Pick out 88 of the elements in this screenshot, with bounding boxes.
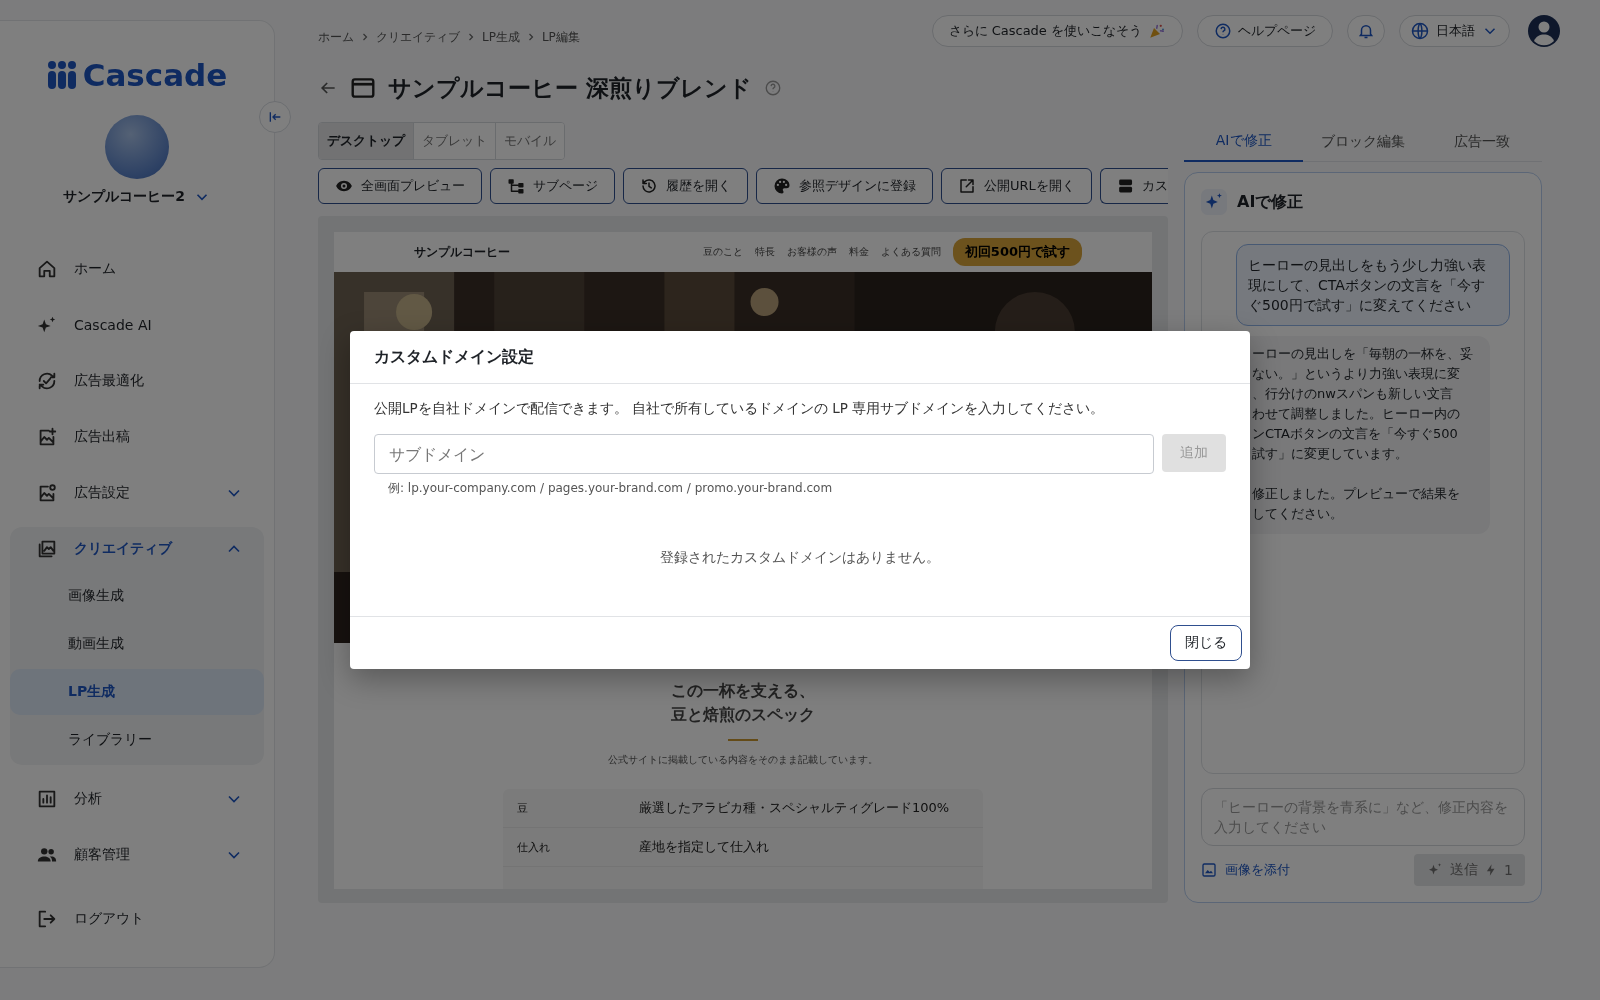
notifications-button[interactable] xyxy=(1347,15,1385,47)
nav-item[interactable]: 広告設定 xyxy=(10,471,264,515)
close-button[interactable]: 閉じる xyxy=(1170,625,1242,661)
nav-item[interactable]: 広告最適化 xyxy=(10,359,264,403)
device-tab[interactable]: デスクトップ xyxy=(319,123,413,159)
message-text-line: 、行分けのnwスパンも新しい文言 xyxy=(1252,385,1453,403)
site-nav-link[interactable]: お客様の声 xyxy=(786,245,837,259)
message-text-line: ンCTAボタンの文言を「今すぐ500 xyxy=(1252,425,1458,443)
branch-icon xyxy=(507,177,525,195)
page-title: サンプルコーヒー 深煎りブレンド xyxy=(388,73,752,103)
message-text-line: ない。」というより力強い表現に変 xyxy=(1252,365,1460,383)
site-nav-link[interactable]: 豆のこと xyxy=(702,245,743,259)
subdomain-field[interactable]: サブドメイン xyxy=(374,434,1154,474)
breadcrumb-link[interactable]: ホーム xyxy=(318,28,354,46)
nav-item[interactable]: ログアウト xyxy=(10,897,264,941)
spec-value: 厳選したアラビカ種・スペシャルティグレード100% xyxy=(638,799,950,817)
help-icon[interactable] xyxy=(764,79,782,97)
nav-subitem[interactable]: ライブラリー xyxy=(10,717,264,763)
toolbar-button[interactable]: 公開URLを開く xyxy=(941,168,1092,204)
section-note: 公式サイトに掲載している内容をそのまま記載しています。 xyxy=(608,753,878,767)
nav-item[interactable]: Cascade AI xyxy=(10,303,264,347)
message-text-line: 試す」に変更しています。 xyxy=(1252,445,1408,463)
collapse-sidebar-button[interactable] xyxy=(259,101,291,133)
logout-icon xyxy=(36,908,58,930)
promo-button[interactable]: さらに Cascade を使いこなそう xyxy=(931,15,1183,47)
nav-item[interactable]: ホーム xyxy=(10,247,264,291)
nav-subitem[interactable]: 動画生成 xyxy=(10,621,264,667)
spec-value: 産地を指定して仕入れ xyxy=(638,838,769,856)
nav-item[interactable]: クリエイティブ xyxy=(10,527,264,571)
panel-tab[interactable]: AIで修正 xyxy=(1184,122,1304,162)
help-icon xyxy=(1214,22,1232,40)
user-message: ヒーローの見出しをもう少し力強い表現にして、CTAボタンの文言を「今すぐ500円で試す」に変えてください xyxy=(1236,244,1510,326)
device-tab[interactable]: モバイル xyxy=(495,123,564,159)
toolbar-button[interactable]: カス xyxy=(1099,168,1168,204)
external-link-icon xyxy=(958,177,976,195)
toolbar-button[interactable]: 参照デザインに登録 xyxy=(756,168,933,204)
dialog-title: カスタムドメイン設定 xyxy=(374,346,534,368)
collapse-icon xyxy=(267,109,283,125)
panel-title: AIで修正 xyxy=(1237,191,1304,213)
message-text-line: わせて調整しました。ヒーロー内の xyxy=(1252,405,1460,423)
home-icon xyxy=(36,258,58,280)
message-text-line: してください。 xyxy=(1252,505,1343,523)
field-hint: 例: lp.your-company.com / pages.your-brand.com / promo.your-brand.com xyxy=(388,480,834,497)
logo-icon xyxy=(46,60,77,90)
refresh-check-icon xyxy=(36,370,58,392)
site-brand: サンプルコーヒー xyxy=(414,243,510,261)
nav-subitem[interactable]: 画像生成 xyxy=(10,573,264,619)
language-selector[interactable]: 日本語 xyxy=(1399,15,1510,47)
party-popper-icon xyxy=(1148,22,1166,40)
breadcrumb-link[interactable]: LP生成 xyxy=(482,28,520,46)
spec-label: 仕入れ xyxy=(516,839,551,855)
bar-chart-icon xyxy=(36,788,58,810)
logo-text: Cascade xyxy=(82,57,228,93)
panel-tab[interactable]: 広告一致 xyxy=(1422,122,1542,162)
dialog-description: 公開LPを自社ドメインで配信できます。 自社で所有しているドメインの LP 専用サブドメインを入力してください。 xyxy=(374,400,1106,418)
accent-line xyxy=(728,739,758,741)
site-cta-button[interactable]: 初回500円で試す xyxy=(952,238,1082,266)
nav-subitem[interactable]: LP生成 xyxy=(10,669,264,715)
history-icon xyxy=(640,177,658,195)
empty-message: 登録されたカスタムドメインはありません。 xyxy=(659,549,941,567)
bell-icon xyxy=(1357,22,1375,40)
palette-icon xyxy=(773,177,791,195)
sparkle-icon xyxy=(1201,189,1227,215)
toolbar-button[interactable]: 履歴を開く xyxy=(623,168,748,204)
gallery-icon xyxy=(36,538,58,560)
section-heading: 豆と焙煎のスペック xyxy=(671,704,815,726)
nav-item[interactable]: 顧客管理 xyxy=(10,833,264,877)
site-nav-link[interactable]: 特長 xyxy=(754,245,775,259)
account-switcher[interactable]: サンプルコーヒー2 xyxy=(57,187,217,207)
attach-image-link[interactable]: 画像を添付 xyxy=(1201,861,1290,879)
breadcrumb-link[interactable]: LP編集 xyxy=(541,28,580,46)
server-icon xyxy=(1116,177,1134,195)
nav-item[interactable]: 分析 xyxy=(10,777,264,821)
nav-item[interactable]: 広告出稿 xyxy=(10,415,264,459)
message-text-line: 修正しました。プレビューで結果を xyxy=(1252,485,1460,503)
globe-icon xyxy=(1410,21,1430,41)
breadcrumb-link[interactable]: クリエイティブ xyxy=(376,28,460,46)
toolbar-button[interactable]: 全画面プレビュー xyxy=(318,168,482,204)
panel-tab[interactable]: ブロック編集 xyxy=(1303,122,1423,162)
window-icon xyxy=(350,75,376,101)
user-avatar-icon[interactable] xyxy=(1528,15,1560,47)
site-nav-link[interactable]: よくある質問 xyxy=(880,245,941,259)
spec-label: 豆 xyxy=(516,800,529,816)
site-nav-link[interactable]: 料金 xyxy=(848,245,869,259)
help-button[interactable]: ヘルプページ xyxy=(1197,15,1333,47)
toolbar-button[interactable]: サブページ xyxy=(490,168,615,204)
section-heading: この一杯を支える、 xyxy=(671,680,815,702)
image-icon xyxy=(1201,862,1217,878)
